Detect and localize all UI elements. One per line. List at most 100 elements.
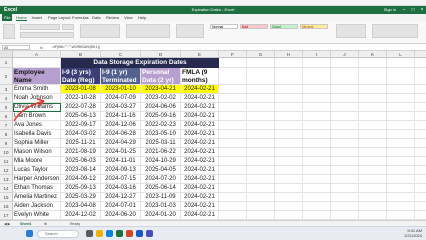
conditional-formatting-button[interactable]: [176, 24, 204, 38]
column-header[interactable]: E: [181, 51, 219, 58]
font-size-select[interactable]: [62, 24, 74, 30]
date-cell[interactable]: 2024-09-12: [61, 175, 101, 184]
employee-name-cell[interactable]: Mason Wilson: [13, 148, 61, 157]
employee-name-cell[interactable]: Harper Anderson: [13, 175, 61, 184]
column-header[interactable]: C: [101, 51, 141, 58]
date-cell[interactable]: 2024-12-02: [61, 211, 101, 220]
row-header[interactable]: 13: [0, 175, 13, 184]
column-header[interactable]: M: [415, 51, 426, 58]
column-header[interactable]: B: [61, 51, 101, 58]
employee-name-cell[interactable]: Mia Moore: [13, 157, 61, 166]
date-cell[interactable]: 2025-09-13: [61, 184, 101, 193]
employee-name-cell[interactable]: Isabella Davis: [13, 130, 61, 139]
task-view-icon[interactable]: [86, 230, 93, 237]
date-cell[interactable]: 2024-07-20: [141, 175, 181, 184]
worksheet-grid[interactable]: ABCDEFGHIJKLMNO1234567891011121314151617…: [0, 51, 426, 220]
date-cell[interactable]: 2023-05-10: [141, 130, 181, 139]
employee-name-cell[interactable]: Lucas Taylor: [13, 166, 61, 175]
column-header[interactable]: F: [219, 51, 247, 58]
date-cell[interactable]: 2024-02-21: [181, 103, 219, 112]
font-name-select[interactable]: [20, 24, 60, 30]
date-cell[interactable]: 2024-02-21: [181, 157, 219, 166]
date-cell[interactable]: 2023-01-08: [61, 85, 101, 94]
date-cell[interactable]: 2022-07-28: [61, 103, 101, 112]
date-cell[interactable]: 2024-02-21: [181, 139, 219, 148]
date-cell[interactable]: 2024-02-21: [181, 193, 219, 202]
date-cell[interactable]: 2023-11-09: [141, 193, 181, 202]
tab-data[interactable]: Data: [92, 15, 100, 20]
date-cell[interactable]: 2023-02-02: [141, 94, 181, 103]
number-format-group[interactable]: [126, 24, 170, 38]
powerpoint-taskbar-icon[interactable]: [126, 230, 133, 237]
date-cell[interactable]: 2024-02-21: [181, 112, 219, 121]
row-header[interactable]: 2: [0, 68, 13, 85]
column-header[interactable]: J: [331, 51, 359, 58]
word-taskbar-icon[interactable]: [136, 230, 143, 237]
employee-name-cell[interactable]: Evelyn White: [13, 211, 61, 220]
alignment-group[interactable]: [80, 24, 120, 38]
taskbar-search[interactable]: Search: [37, 230, 79, 238]
style-bad[interactable]: Bad: [240, 24, 268, 29]
formula-input[interactable]: =IF(B5="","",WORKDAY(B5,1)): [52, 45, 100, 50]
column-header[interactable]: K: [359, 51, 387, 58]
date-cell[interactable]: 2024-01-25: [101, 148, 141, 157]
user-name[interactable]: Sign in: [384, 7, 396, 12]
date-cell[interactable]: 2025-11-21: [61, 139, 101, 148]
edge-browser-icon[interactable]: [106, 230, 113, 237]
date-cell[interactable]: 2024-11-16: [101, 112, 141, 121]
date-cell[interactable]: 2024-02-21: [181, 184, 219, 193]
date-cell[interactable]: 2025-06-03: [61, 157, 101, 166]
date-cell[interactable]: 2024-10-29: [141, 157, 181, 166]
tab-help[interactable]: Help: [138, 15, 146, 20]
row-header[interactable]: 17: [0, 211, 13, 220]
date-cell[interactable]: 2025-06-13: [61, 112, 101, 121]
date-cell[interactable]: 2021-08-19: [61, 148, 101, 157]
row-header[interactable]: 11: [0, 157, 13, 166]
date-cell[interactable]: 2024-04-29: [101, 139, 141, 148]
employee-name-cell[interactable]: Emma Smith: [13, 85, 61, 94]
row-header[interactable]: 3: [0, 85, 13, 94]
tab-review[interactable]: Review: [106, 15, 119, 20]
date-cell[interactable]: 2024-06-06: [141, 103, 181, 112]
column-header[interactable]: D: [141, 51, 181, 58]
select-all-corner[interactable]: [0, 51, 13, 58]
date-cell[interactable]: 2025-03-29: [61, 193, 101, 202]
date-cell[interactable]: 2024-03-16: [101, 184, 141, 193]
teams-taskbar-icon[interactable]: [146, 230, 153, 237]
style-normal[interactable]: Normal: [210, 24, 238, 29]
date-cell[interactable]: 2024-02-21: [181, 175, 219, 184]
style-neutral[interactable]: Neutral: [300, 24, 328, 29]
system-clock[interactable]: 9:41 AM 2/21/2024: [404, 228, 422, 238]
date-cell[interactable]: 2024-02-21: [181, 211, 219, 220]
date-cell[interactable]: 2024-06-28: [101, 130, 141, 139]
date-cell[interactable]: 2022-02-23: [141, 121, 181, 130]
date-cell[interactable]: 2024-07-01: [101, 202, 141, 211]
tab-formulas[interactable]: Formulas: [72, 15, 89, 20]
column-header[interactable]: I: [303, 51, 331, 58]
date-cell[interactable]: 2025-09-16: [141, 112, 181, 121]
date-cell[interactable]: 2022-09-17: [61, 121, 101, 130]
date-cell[interactable]: 2024-12-27: [101, 193, 141, 202]
maximize-icon[interactable]: □: [409, 6, 417, 14]
row-header[interactable]: 15: [0, 193, 13, 202]
row-header[interactable]: 12: [0, 166, 13, 175]
column-header[interactable]: H: [275, 51, 303, 58]
date-cell[interactable]: 2024-01-20: [141, 211, 181, 220]
date-cell[interactable]: 2025-03-11: [141, 139, 181, 148]
date-cell[interactable]: 2024-02-21: [181, 130, 219, 139]
date-cell[interactable]: 2023-08-14: [61, 166, 101, 175]
file-explorer-icon[interactable]: [96, 230, 103, 237]
employee-name-cell[interactable]: Ethan Thomas: [13, 184, 61, 193]
row-header[interactable]: 16: [0, 202, 13, 211]
column-header[interactable]: L: [387, 51, 415, 58]
paste-button[interactable]: [3, 24, 15, 39]
date-cell[interactable]: 2024-07-15: [101, 175, 141, 184]
font-format-buttons[interactable]: [20, 32, 74, 38]
employee-name-cell[interactable]: Sophia Miller: [13, 139, 61, 148]
windows-start-icon[interactable]: [26, 230, 33, 237]
date-cell[interactable]: 2024-06-20: [101, 211, 141, 220]
date-cell[interactable]: 2023-04-21: [141, 85, 181, 94]
tab-file[interactable]: File: [2, 14, 13, 21]
editing-group[interactable]: [372, 24, 418, 38]
date-cell[interactable]: 2024-02-21: [181, 85, 219, 94]
